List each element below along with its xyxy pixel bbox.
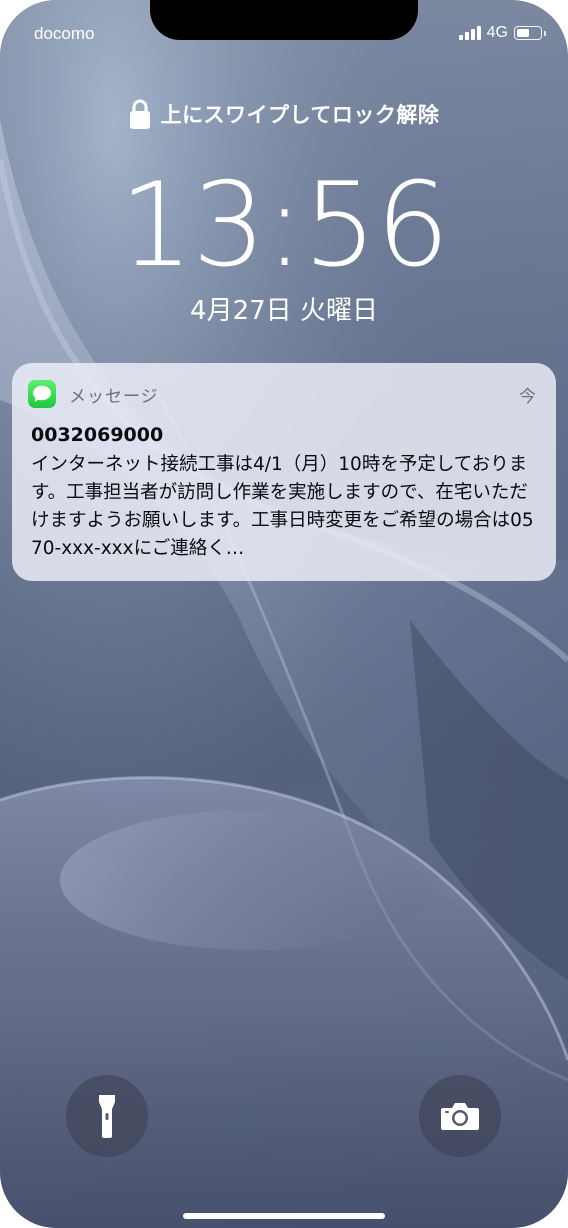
home-indicator[interactable]: [183, 1213, 385, 1219]
battery-icon: [514, 26, 546, 40]
message-notification[interactable]: メッセージ 今 0032069000 インターネット接続工事は4/1（月）10時…: [12, 363, 556, 581]
notification-sender: 0032069000: [31, 424, 164, 446]
lock-screen: docomo 4G 上にスワイプしてロック解除 13:56 4月27日 火曜日: [0, 0, 568, 1228]
notification-header: メッセージ 今: [28, 379, 536, 409]
network-type: 4G: [486, 24, 508, 41]
status-indicators: 4G: [458, 24, 546, 42]
notification-time: 今: [519, 386, 536, 407]
carrier-name: docomo: [34, 24, 95, 43]
lock-icon: [129, 99, 150, 129]
unlock-hint: 上にスワイプしてロック解除: [0, 98, 568, 130]
messages-app-icon: [28, 380, 56, 408]
camera-icon: [441, 1103, 479, 1130]
notch: [150, 0, 418, 40]
cellular-signal-icon: [458, 26, 481, 40]
clock-time: 13:56: [119, 158, 449, 293]
camera-button[interactable]: [419, 1075, 501, 1157]
notification-message: インターネット接続工事は4/1（月）10時を予定しております。工事担当者が訪問し…: [31, 454, 534, 559]
flashlight-button[interactable]: [66, 1075, 148, 1157]
clock-date: 4月27日 火曜日: [190, 296, 378, 326]
notification-app-name: メッセージ: [69, 386, 159, 407]
flashlight-icon: [99, 1095, 115, 1138]
unlock-hint-text: 上にスワイプしてロック解除: [160, 103, 440, 127]
